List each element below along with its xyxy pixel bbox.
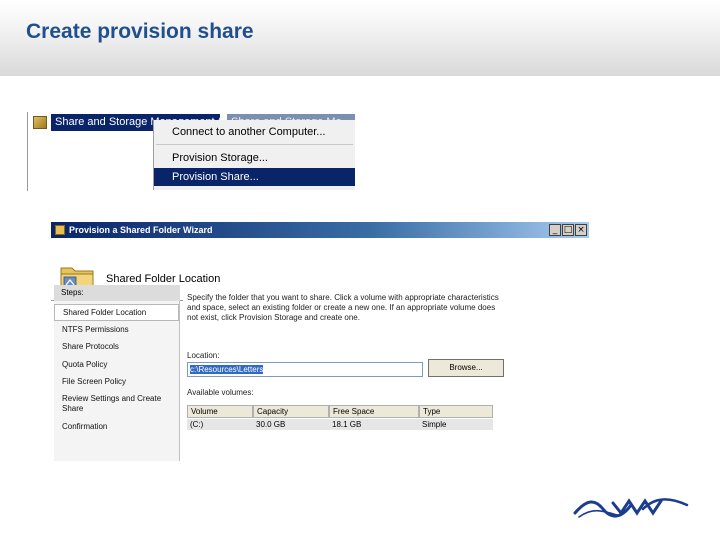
table-row-free-space[interactable]: 18.1 GB [329,419,419,430]
table-row-capacity[interactable]: 30.0 GB [253,419,329,430]
step-share-protocols[interactable]: Share Protocols [54,342,179,352]
column-header-type[interactable]: Type [419,405,493,418]
menu-separator [156,144,353,145]
wizard-page-heading: Shared Folder Location [106,273,221,285]
steps-pane: Steps: Shared Folder Location NTFS Permi… [54,285,180,461]
menu-item-provision-share[interactable]: Provision Share... [154,168,355,186]
step-shared-folder-location[interactable]: Shared Folder Location [54,304,179,321]
step-confirmation[interactable]: Confirmation [54,422,179,432]
wizard-screenshot: Provision a Shared Folder Wizard _ □ × S… [51,222,589,461]
step-review-settings[interactable]: Review Settings and Create Share [54,394,164,414]
maximize-button[interactable]: □ [562,224,574,236]
steps-header: Steps: [54,285,180,301]
share-storage-icon [33,116,47,129]
menu-item-connect-computer[interactable]: Connect to another Computer... [154,123,355,141]
table-row-volume[interactable]: (C:) [187,419,253,430]
column-header-capacity[interactable]: Capacity [253,405,329,418]
step-quota-policy[interactable]: Quota Policy [54,360,179,370]
menu-item-provision-storage[interactable]: Provision Storage... [154,149,355,167]
available-volumes-label: Available volumes: [187,388,254,397]
location-label: Location: [187,351,220,360]
wizard-titlebar: Provision a Shared Folder Wizard _ □ × [51,222,589,238]
column-header-free-space[interactable]: Free Space [329,405,419,418]
step-ntfs-permissions[interactable]: NTFS Permissions [54,325,179,335]
slide-title: Create provision share [26,20,254,43]
context-menu: Connect to another Computer... Provision… [153,120,355,190]
location-input[interactable]: c:\Resources\Letters [187,362,423,377]
column-header-volume[interactable]: Volume [187,405,253,418]
minimize-button[interactable]: _ [549,224,561,236]
table-row-type[interactable]: Simple [419,419,493,430]
location-input-value: c:\Resources\Letters [190,365,264,374]
wizard-title-icon [55,225,65,235]
wizard-main-pane: Specify the folder that you want to shar… [183,285,589,461]
close-button[interactable]: × [575,224,587,236]
step-file-screen-policy[interactable]: File Screen Policy [54,377,179,387]
browse-button[interactable]: Browse... [428,359,504,377]
wizard-title: Provision a Shared Folder Wizard [69,225,213,235]
context-menu-screenshot: Share and Storage Management ( Share and… [27,112,355,191]
tree-pane-border [27,112,28,191]
company-logo [573,498,689,518]
location-description: Specify the folder that you want to shar… [187,293,499,322]
